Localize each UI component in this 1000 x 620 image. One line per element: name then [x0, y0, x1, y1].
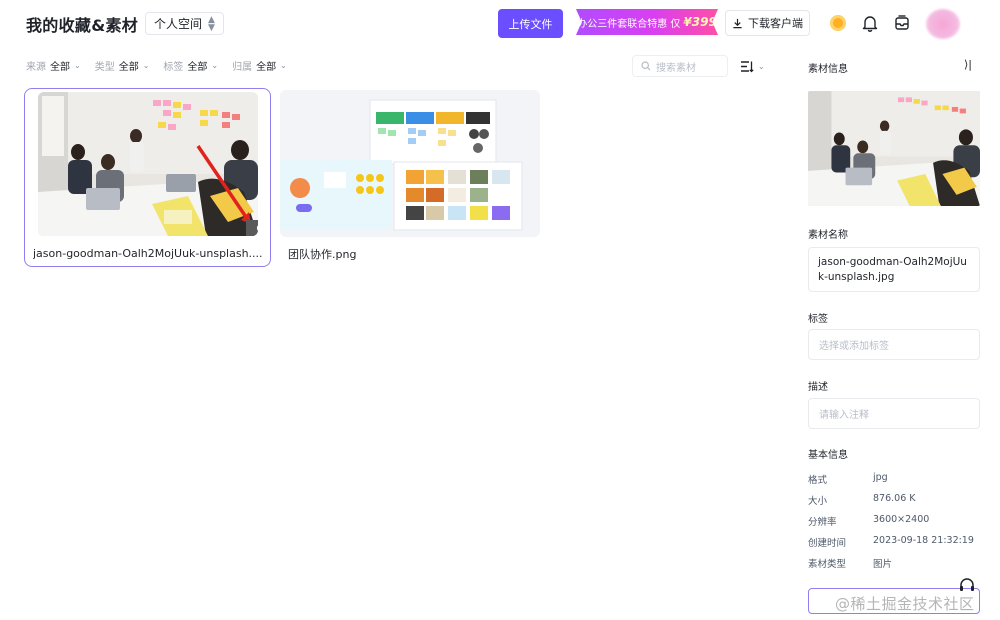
chevron-down-icon: ⌄ — [211, 61, 219, 70]
info-row-format: 格式 jpg — [808, 472, 988, 486]
filter-value: 全部 — [187, 62, 208, 73]
description-label: 描述 — [808, 382, 828, 393]
filter-value: 全部 — [50, 62, 70, 73]
office-photo-preview — [808, 91, 980, 206]
filter-bar: 来源 全部 ⌄ 类型 全部 ⌄ 标签 全部 ⌄ 归属 全部 ⌄ — [26, 58, 287, 73]
info-key: 分辨率 — [808, 517, 837, 528]
asset-card[interactable]: jason-goodman-Oalh2MojUuk-unsplash.... — [24, 88, 271, 267]
info-key: 素材类型 — [808, 559, 847, 570]
filter-label: 来源 — [26, 62, 46, 73]
headset-help-icon[interactable] — [958, 576, 976, 594]
info-key: 格式 — [808, 475, 828, 486]
basic-info-label: 基本信息 — [808, 450, 848, 461]
asset-info-panel: 素材信息 ⟩| 素材名称 jason-goodman-Oalh2MojUuk-u… — [800, 48, 1000, 620]
zoom-icon[interactable] — [256, 223, 268, 235]
sort-button[interactable]: ⌄ — [740, 58, 770, 74]
avatar[interactable] — [926, 9, 960, 39]
filter-type[interactable]: 类型 全部 ⌄ — [95, 58, 150, 73]
filter-label: 归属 — [232, 62, 253, 73]
panel-title: 素材信息 — [808, 64, 848, 75]
watermark: @稀土掘金技术社区 — [835, 595, 975, 613]
promo-banner[interactable]: 办公三件套联合特惠 仅 ¥399 — [576, 9, 718, 35]
bell-icon[interactable] — [862, 14, 878, 32]
promo-text: 办公三件套联合特惠 仅 — [577, 18, 681, 30]
sort-icon — [741, 60, 754, 72]
team-collab-image — [280, 90, 540, 237]
panel-preview-image — [808, 91, 980, 206]
filter-tag[interactable]: 标签 全部 ⌄ — [163, 58, 218, 73]
collapse-panel-icon[interactable]: ⟩| — [964, 58, 972, 71]
info-row-size: 大小 876.06 K — [808, 493, 988, 507]
asset-name: 团队协作.png — [288, 248, 357, 261]
info-value: 876.06 K — [873, 493, 916, 504]
chevron-down-icon: ⌄ — [758, 61, 765, 71]
search-input[interactable]: 搜索素材 — [632, 55, 728, 77]
space-select[interactable]: 个人空间 ▲ ▼ — [145, 12, 224, 35]
filter-value: 全部 — [118, 62, 139, 73]
asset-thumbnail[interactable] — [280, 90, 540, 237]
upload-file-button[interactable]: 上传文件 — [498, 9, 563, 38]
updown-chevron-icon: ▲ ▼ — [208, 14, 215, 33]
description-input[interactable]: 请输入注释 — [808, 398, 980, 429]
office-photo-image — [38, 92, 258, 236]
tags-placeholder: 选择或添加标签 — [819, 341, 889, 352]
asset-card[interactable]: 团队协作.png — [280, 90, 540, 265]
asset-name: jason-goodman-Oalh2MojUuk-unsplash.... — [33, 247, 263, 260]
info-value: 2023-09-18 21:32:19 — [873, 535, 974, 546]
tags-label: 标签 — [808, 314, 828, 325]
name-label: 素材名称 — [808, 230, 848, 241]
info-row-type: 素材类型 图片 — [808, 556, 988, 570]
info-key: 创建时间 — [808, 538, 847, 549]
info-row-resolution: 分辨率 3600×2400 — [808, 514, 988, 528]
coin-icon[interactable] — [830, 15, 846, 31]
filter-owner[interactable]: 归属 全部 ⌄ — [232, 58, 287, 73]
download-client-button[interactable]: 下载客户端 — [725, 10, 810, 36]
download-icon — [733, 18, 742, 28]
inbox-icon[interactable] — [894, 14, 910, 32]
search-placeholder: 搜索素材 — [656, 62, 696, 74]
filter-value: 全部 — [256, 62, 277, 73]
space-select-label: 个人空间 — [154, 17, 203, 31]
asset-name-field[interactable]: jason-goodman-Oalh2MojUuk-unsplash.jpg — [808, 247, 980, 292]
promo-price: ¥399 — [683, 15, 717, 29]
info-value: 3600×2400 — [873, 514, 930, 525]
filter-label: 类型 — [94, 62, 115, 73]
tags-input[interactable]: 选择或添加标签 — [808, 329, 980, 360]
top-bar: 我的收藏&素材 个人空间 ▲ ▼ 上传文件 办公三件套联合特惠 仅 ¥399 下载… — [0, 0, 1000, 48]
download-client-label: 下载客户端 — [748, 17, 803, 30]
description-placeholder: 请输入注释 — [819, 410, 869, 421]
info-value: jpg — [873, 472, 888, 483]
info-value: 图片 — [873, 559, 893, 570]
info-key: 大小 — [808, 496, 828, 507]
chevron-down-icon: ⌄ — [74, 61, 81, 70]
info-row-created: 创建时间 2023-09-18 21:32:19 — [808, 535, 988, 549]
chevron-down-icon: ⌄ — [280, 61, 287, 70]
chevron-down-icon: ⌄ — [142, 61, 150, 70]
page-title: 我的收藏&素材 — [26, 16, 139, 35]
filter-source[interactable]: 来源 全部 ⌄ — [26, 58, 81, 73]
search-icon — [641, 61, 651, 71]
filter-label: 标签 — [163, 62, 184, 73]
asset-thumbnail[interactable] — [38, 92, 258, 236]
